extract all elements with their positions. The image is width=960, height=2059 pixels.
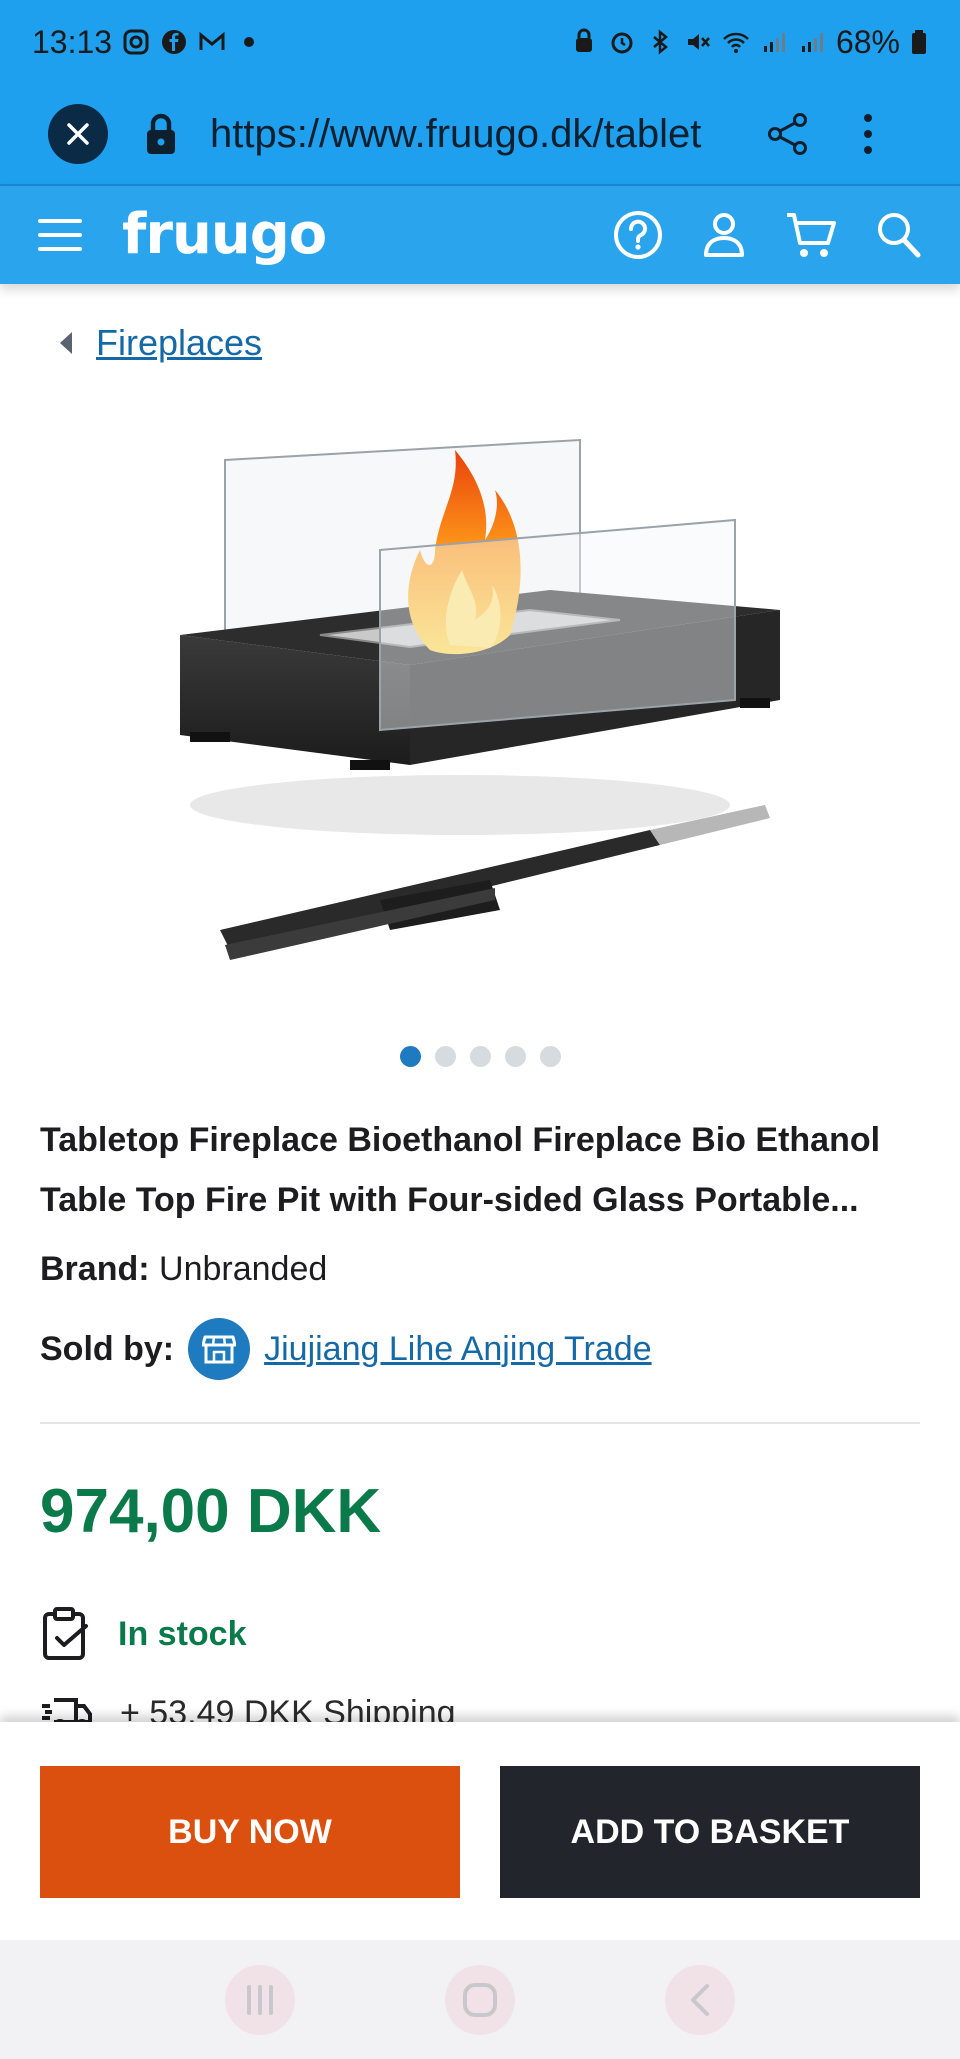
android-nav-bar [0,1940,960,2059]
status-left: 13:13 [32,23,255,61]
chevron-left-icon [60,332,72,354]
carousel-dot[interactable] [505,1046,526,1067]
browser-url-bar: https://www.fruugo.dk/tablet [0,84,960,184]
product-image[interactable] [150,400,810,1000]
stock-row: In stock [40,1606,246,1662]
gmail-icon [199,31,225,50]
action-bar: BUY NOW ADD TO BASKET [0,1722,960,1940]
product-title: Tabletop Fireplace Bioethanol Fireplace … [40,1121,881,1219]
header-icons [612,209,922,261]
basket-icon[interactable] [784,209,838,261]
help-icon[interactable] [612,209,664,261]
carousel-dot[interactable] [470,1046,491,1067]
home-icon [463,1982,497,2017]
buy-now-button[interactable]: BUY NOW [40,1766,460,1898]
divider [40,1422,920,1424]
instagram-icon [123,29,149,55]
carousel-dot[interactable] [435,1046,456,1067]
url-field[interactable]: https://www.fruugo.dk/tablet [210,112,730,157]
account-icon[interactable] [700,209,748,261]
more-options-icon[interactable] [862,112,874,156]
back-button[interactable] [665,1964,735,2035]
brand-value: Unbranded [159,1250,328,1288]
recent-apps-button[interactable] [225,1964,295,2035]
signal-icon-2 [801,33,823,52]
brand-label: Brand: [40,1250,150,1288]
sold-by-label: Sold by: [40,1329,175,1368]
signal-icon [763,33,785,52]
product-price: 974,00 DKK [40,1477,382,1546]
back-icon [691,1983,709,2016]
status-right: 68% [570,24,928,61]
brand-row: Brand: Unbranded [40,1250,327,1289]
facebook-icon [162,30,187,54]
battery-icon [912,30,926,54]
recent-apps-icon [247,1984,273,2015]
image-carousel-dots [400,1046,561,1067]
add-to-basket-button[interactable]: ADD TO BASKET [500,1766,920,1898]
lock-alarm-icon [575,28,592,52]
fruugo-logo[interactable]: fruugo [122,207,327,263]
close-tab-button[interactable] [48,104,108,164]
lock-icon[interactable] [144,112,178,156]
clock: 13:13 [32,23,113,60]
search-icon[interactable] [874,209,922,261]
notification-dot [244,37,255,47]
bluetooth-icon [653,29,668,55]
store-icon[interactable] [188,1318,251,1380]
home-button[interactable] [445,1964,515,2035]
share-icon[interactable] [766,112,810,156]
wifi-icon [723,32,749,53]
breadcrumb: Fireplaces [60,322,262,364]
menu-icon[interactable] [38,219,82,251]
clipboard-check-icon [43,1607,88,1660]
sold-by-row: Sold by: Jiujiang Lihe Anjing Trade [40,1318,652,1380]
site-header: fruugo [0,184,960,284]
alarm-icon [611,32,633,54]
mute-icon [687,34,710,50]
breadcrumb-link-fireplaces[interactable]: Fireplaces [96,322,262,364]
carousel-dot[interactable] [540,1046,561,1067]
battery-percent: 68% [835,23,900,60]
carousel-dot[interactable] [400,1046,421,1067]
stock-status: In stock [118,1614,247,1653]
close-icon [67,123,89,145]
seller-link[interactable]: Jiujiang Lihe Anjing Trade [264,1330,652,1369]
status-bar: 13:13 68% [0,0,960,84]
